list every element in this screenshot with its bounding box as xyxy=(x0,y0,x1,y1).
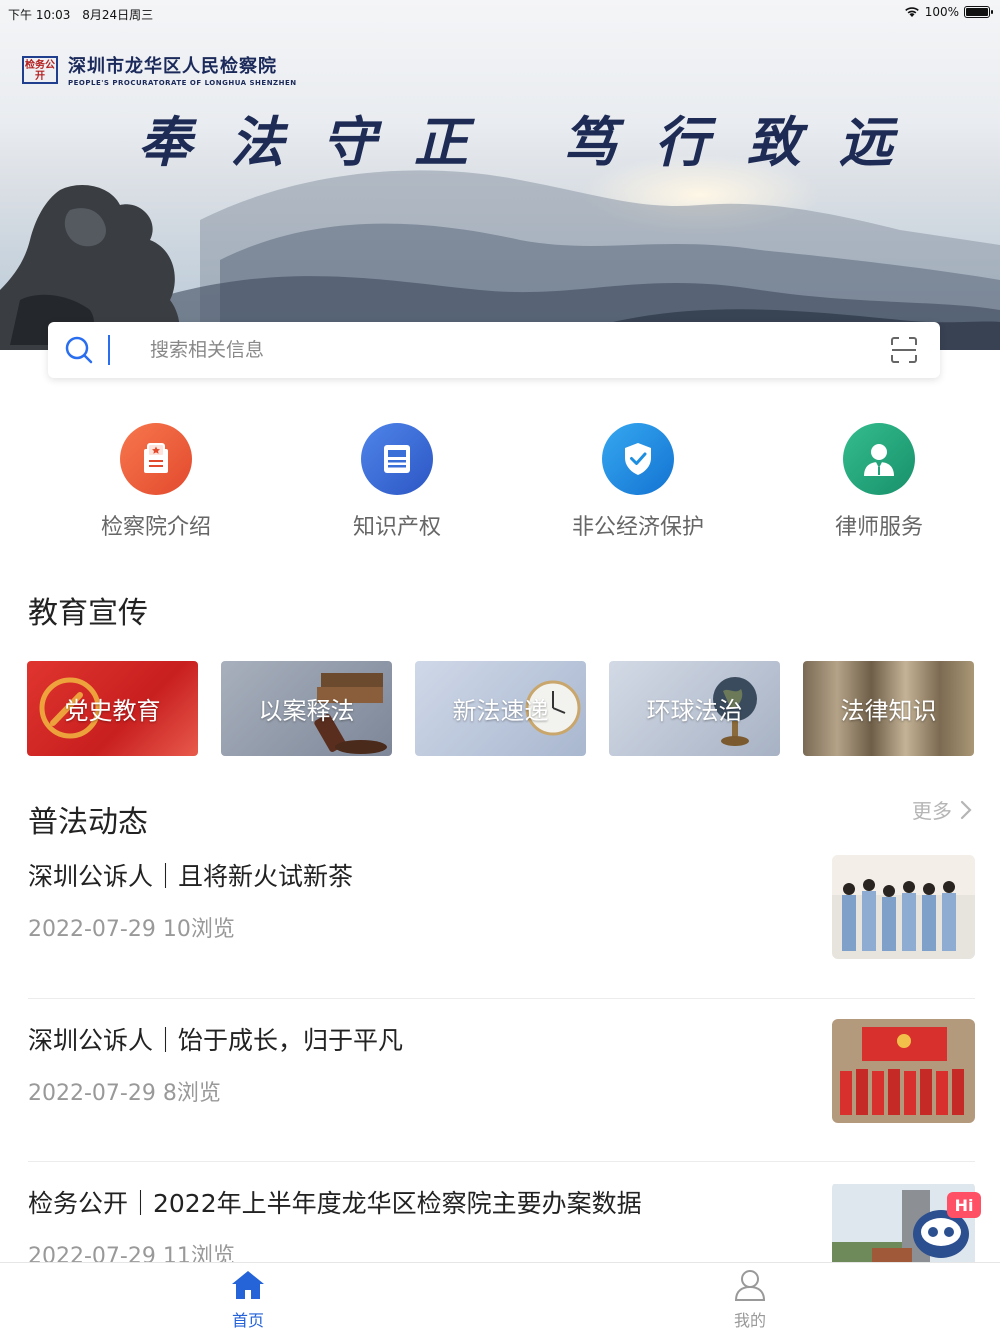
lawyer-icon xyxy=(843,423,915,495)
more-link[interactable]: 更多 xyxy=(912,795,972,824)
battery-percent: 100% xyxy=(924,5,959,19)
news-section-title: 普法动态 xyxy=(28,805,148,840)
wifi-icon xyxy=(904,7,919,17)
news-item[interactable]: 深圳公诉人｜饴于成长，归于平凡 2022-07-29 8浏览 xyxy=(28,1019,975,1131)
home-icon xyxy=(232,1271,264,1299)
news-date: 2022-07-29 xyxy=(28,917,156,942)
quick-item-label: 知识产权 xyxy=(352,515,441,540)
news-thumbnail xyxy=(832,1019,975,1123)
card-party-history[interactable]: 党史教育 xyxy=(27,661,198,756)
status-date: 8月24日周三 xyxy=(82,8,154,22)
news-item[interactable]: 检务公开｜2022年上半年度龙华区检察院主要办案数据 2022-07-29 11… xyxy=(28,1184,975,1262)
education-section-title: 教育宣传 xyxy=(28,596,148,631)
robot-badge-text: Hi xyxy=(955,1196,974,1215)
quick-item-label: 检察院介绍 xyxy=(100,515,211,540)
divider xyxy=(28,1161,975,1162)
tab-label: 我的 xyxy=(733,1311,766,1330)
user-icon xyxy=(734,1270,766,1301)
quick-item-label: 律师服务 xyxy=(834,515,923,540)
news-views: 8浏览 xyxy=(162,1081,221,1106)
news-views: 11浏览 xyxy=(162,1244,235,1262)
quick-item-procuratorate-intro[interactable]: 检察院介绍 xyxy=(56,423,256,541)
search-input[interactable] xyxy=(150,339,890,361)
news-thumbnail xyxy=(832,855,975,959)
banner[interactable]: 检务公开 深圳市龙华区人民检察院 PEOPLE'S PROCURATORATE … xyxy=(0,0,1000,350)
organization-name-en: PEOPLE'S PROCURATORATE OF LONGHUA SHENZH… xyxy=(68,79,297,87)
chevron-right-icon xyxy=(960,800,972,819)
banner-slogan: 奉法守正 笃行致远 xyxy=(138,110,931,174)
education-cards: 党史教育 以案释法 新法速递 环球法治 法律知识 xyxy=(27,661,977,756)
tab-bar: 首页 我的 xyxy=(0,1262,1000,1334)
card-new-law-express[interactable]: 新法速递 xyxy=(415,661,586,756)
card-label: 新法速递 xyxy=(452,697,549,725)
quick-menu: 检察院介绍 知识产权 非公经济保护 律师服务 xyxy=(0,423,1000,553)
news-date: 2022-07-29 xyxy=(28,1081,156,1106)
news-item[interactable]: 深圳公诉人｜且将新火试新茶 2022-07-29 10浏览 xyxy=(28,855,975,967)
news-date: 2022-07-29 xyxy=(28,1244,156,1262)
chat-robot-icon[interactable]: Hi xyxy=(905,1190,985,1262)
card-label: 环球法治 xyxy=(646,697,743,725)
shield-check-icon xyxy=(602,423,674,495)
tab-label: 首页 xyxy=(231,1311,264,1330)
search-icon[interactable] xyxy=(64,335,94,365)
battery-icon xyxy=(964,6,993,18)
quick-item-label: 非公经济保护 xyxy=(571,515,704,540)
divider xyxy=(28,998,975,999)
quick-item-lawyer-service[interactable]: 律师服务 xyxy=(779,423,979,541)
card-case-explanation[interactable]: 以案释法 xyxy=(221,661,392,756)
document-icon xyxy=(361,423,433,495)
text-cursor xyxy=(108,335,110,365)
ceremony-photo-image xyxy=(832,1019,975,1123)
scan-icon[interactable] xyxy=(890,336,918,364)
tab-mine[interactable]: 我的 xyxy=(700,1269,800,1331)
status-bar: 下午 10:03 8月24日周三 100% xyxy=(0,0,1000,26)
card-label: 党史教育 xyxy=(64,697,161,725)
card-label: 法律知识 xyxy=(840,697,937,725)
institution-icon xyxy=(120,423,192,495)
news-views: 10浏览 xyxy=(162,917,235,942)
card-global-rule-of-law[interactable]: 环球法治 xyxy=(609,661,780,756)
status-time: 下午 10:03 xyxy=(8,8,71,22)
card-legal-knowledge[interactable]: 法律知识 xyxy=(803,661,974,756)
more-label: 更多 xyxy=(912,799,952,823)
tab-home[interactable]: 首页 xyxy=(198,1269,298,1331)
organization-header: 检务公开 深圳市龙华区人民检察院 PEOPLE'S PROCURATORATE … xyxy=(22,52,297,87)
group-photo-image xyxy=(832,855,975,959)
search-bar[interactable] xyxy=(48,322,940,378)
organization-name: 深圳市龙华区人民检察院 xyxy=(68,56,277,77)
quick-item-intellectual-property[interactable]: 知识产权 xyxy=(297,423,497,541)
card-label: 以案释法 xyxy=(258,697,355,725)
logo-seal-icon: 检务公开 xyxy=(22,55,58,84)
quick-item-private-economy-protection[interactable]: 非公经济保护 xyxy=(538,423,738,541)
